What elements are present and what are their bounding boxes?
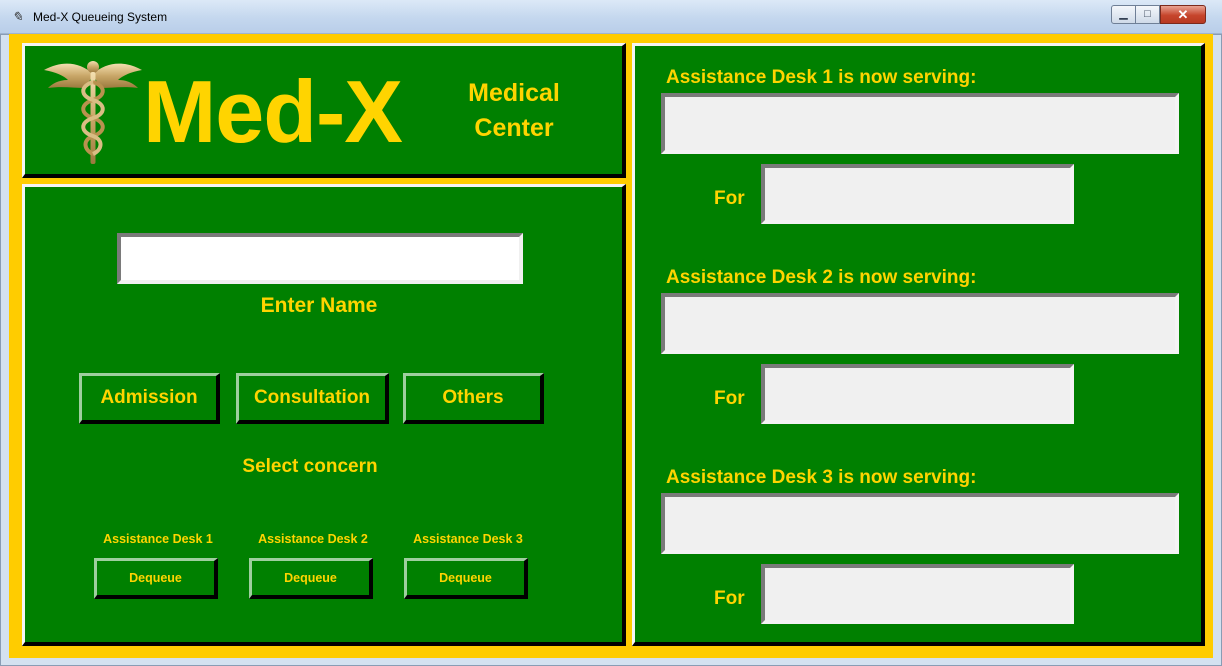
name-input[interactable] (117, 233, 523, 284)
close-button[interactable]: ✕ (1160, 5, 1206, 24)
desk1-serving-field (661, 93, 1179, 154)
window-titlebar (0, 0, 1222, 34)
brand-name: Med-X (143, 62, 403, 161)
desk1-caption: Assistance Desk 1 (103, 532, 213, 546)
maximize-button[interactable]: □ (1135, 5, 1160, 24)
enter-name-label: Enter Name (260, 294, 378, 317)
desk3-dequeue-button[interactable]: Dequeue (404, 558, 528, 599)
caduceus-icon (44, 61, 142, 164)
consultation-button[interactable]: Consultation (236, 373, 389, 424)
app-feather-icon: ✎ (12, 9, 23, 24)
desk3-caption: Assistance Desk 3 (413, 532, 523, 546)
desk2-serving-label: Assistance Desk 2 is now serving: (666, 267, 977, 288)
desk1-serving-label: Assistance Desk 1 is now serving: (666, 67, 977, 88)
brand-subtitle-line2: Center (474, 114, 554, 142)
brand-subtitle-line1: Medical (468, 79, 560, 107)
desk3-for-field (761, 564, 1074, 624)
desk3-serving-label: Assistance Desk 3 is now serving: (666, 467, 977, 488)
desk2-for-label: For (714, 388, 745, 409)
desk1-dequeue-button[interactable]: Dequeue (94, 558, 218, 599)
window-title: Med-X Queueing System (33, 10, 168, 24)
desk2-dequeue-button[interactable]: Dequeue (249, 558, 373, 599)
desk2-for-field (761, 364, 1074, 424)
desk1-for-field (761, 164, 1074, 224)
desk2-caption: Assistance Desk 2 (258, 532, 368, 546)
desk2-serving-field (661, 293, 1179, 354)
desk3-serving-field (661, 493, 1179, 554)
brand-subtitle: Medical Center (446, 76, 582, 146)
admission-button[interactable]: Admission (79, 373, 220, 424)
desk3-for-label: For (714, 588, 745, 609)
others-button[interactable]: Others (403, 373, 544, 424)
minimize-button[interactable]: ▁ (1111, 5, 1136, 24)
desk1-for-label: For (714, 188, 745, 209)
select-concern-label: Select concern (242, 456, 378, 477)
